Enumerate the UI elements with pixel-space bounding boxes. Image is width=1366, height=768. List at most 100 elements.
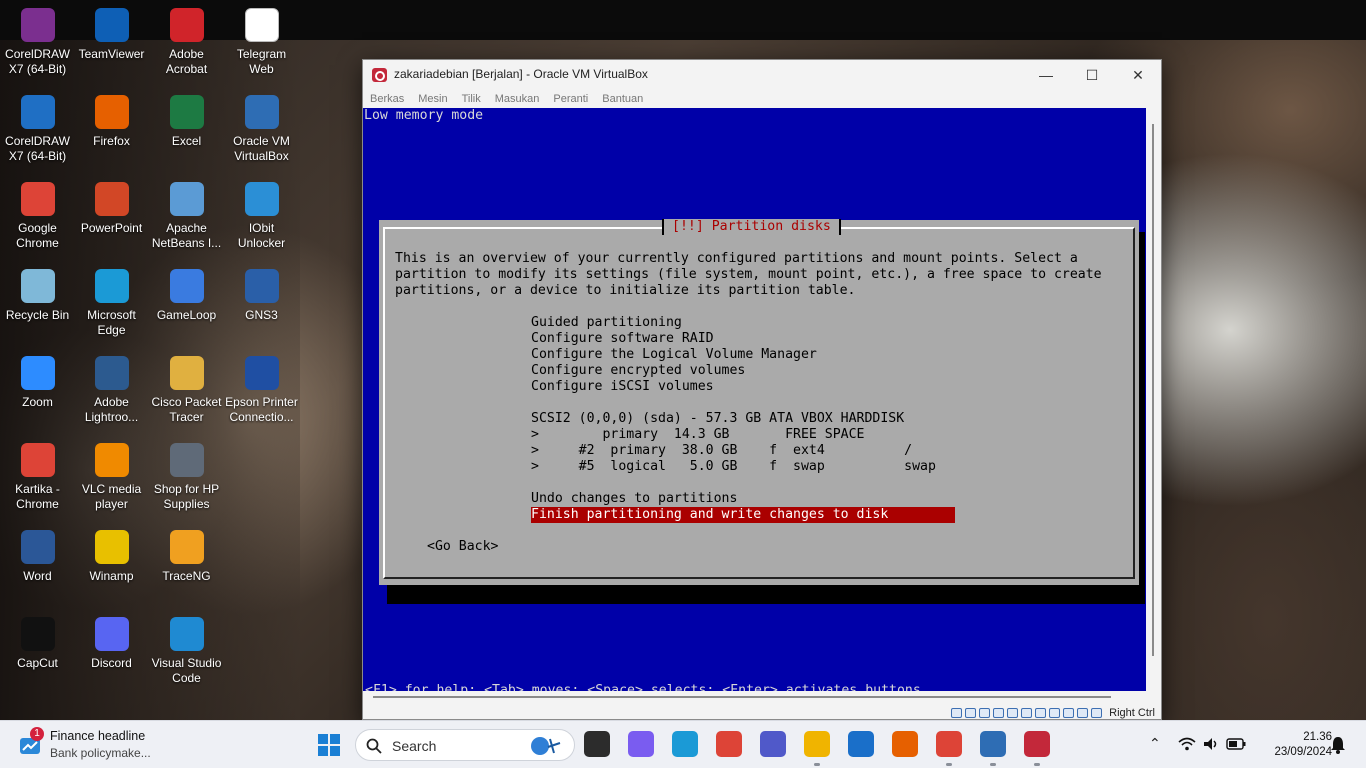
desktop-shortcut[interactable]: Adobe Lightroo...	[74, 356, 149, 425]
hard-disk-icon[interactable]	[951, 707, 963, 718]
desktop-shortcut[interactable]: PowerPoint	[74, 182, 149, 236]
recording-icon[interactable]	[1049, 707, 1061, 718]
desktop-shortcut[interactable]: Telegram Web	[224, 8, 299, 77]
window-titlebar[interactable]: zakariadebian [Berjalan] - Oracle VM Vir…	[363, 60, 1161, 90]
virtualbox-icon[interactable]	[980, 731, 1006, 757]
search-input[interactable]: Search	[355, 729, 575, 761]
desktop-shortcut[interactable]: Word	[0, 530, 75, 584]
vm-display[interactable]: Low memory mode [!!] Partition disks Thi…	[363, 108, 1146, 691]
system-clock[interactable]: 21.36 23/09/2024	[1252, 730, 1332, 760]
horizontal-scrollbar[interactable]	[363, 691, 1146, 703]
network-icon[interactable]	[993, 707, 1005, 718]
netbeans-icon	[169, 182, 204, 216]
start-button[interactable]	[317, 733, 341, 757]
menu-bantuan[interactable]: Bantuan	[602, 93, 643, 105]
menu-software-raid[interactable]: Configure software RAID	[531, 331, 714, 347]
mouse-integration-icon[interactable]	[1077, 707, 1089, 718]
file-explorer-icon[interactable]	[804, 731, 830, 757]
zoom-icon	[20, 356, 55, 390]
copilot-icon[interactable]	[628, 731, 654, 757]
optical-drive-icon[interactable]	[965, 707, 977, 718]
partition-free-space[interactable]: > primary 14.3 GB FREE SPACE	[531, 427, 864, 443]
edge-icon[interactable]	[672, 731, 698, 757]
desktop-shortcut[interactable]: CorelDRAW X7 (64-Bit)	[0, 8, 75, 77]
desktop-shortcut[interactable]: VLC media player	[74, 443, 149, 512]
desktop-shortcut[interactable]: Visual Studio Code	[149, 617, 224, 686]
desktop-shortcut[interactable]: CorelDRAW X7 (64-Bit)	[0, 95, 75, 164]
desktop-shortcut[interactable]: Zoom	[0, 356, 75, 410]
news-widget[interactable]: 1 Finance headline Bank policymake...	[18, 727, 198, 763]
wifi-icon[interactable]	[1178, 736, 1196, 752]
debian-vm-icon[interactable]	[1024, 731, 1050, 757]
menu-tilik[interactable]: Tilik	[462, 93, 481, 105]
show-hidden-icons-button[interactable]: ⌃	[1149, 735, 1161, 752]
desktop-shortcut[interactable]: IObit Unlocker	[224, 182, 299, 251]
notification-bell-icon[interactable]	[1330, 736, 1346, 754]
desktop-shortcut[interactable]: Firefox	[74, 95, 149, 149]
undo-changes-option[interactable]: Undo changes to partitions	[531, 491, 737, 507]
virtualbox-window[interactable]: zakariadebian [Berjalan] - Oracle VM Vir…	[362, 59, 1162, 720]
firefox-icon[interactable]	[892, 731, 918, 757]
disk-entry[interactable]: SCSI2 (0,0,0) (sda) - 57.3 GB ATA VBOX H…	[531, 411, 904, 427]
desktop-shortcut[interactable]: GameLoop	[149, 269, 224, 323]
desktop-shortcut[interactable]: Apache NetBeans I...	[149, 182, 224, 251]
desktop-shortcut[interactable]: Cisco Packet Tracer	[149, 356, 224, 425]
chrome-profile-icon[interactable]	[936, 731, 962, 757]
desktop-shortcut[interactable]: Recycle Bin	[0, 269, 75, 323]
menu-lvm[interactable]: Configure the Logical Volume Manager	[531, 347, 817, 363]
desktop-shortcut[interactable]: Excel	[149, 95, 224, 149]
battery-icon[interactable]	[1226, 737, 1246, 751]
desktop-shortcut[interactable]: Google Chrome	[0, 182, 75, 251]
partition-dialog: [!!] Partition disks This is an overview…	[379, 219, 1139, 585]
volume-icon[interactable]	[1202, 736, 1220, 752]
menu-iscsi-volumes[interactable]: Configure iSCSI volumes	[531, 379, 714, 395]
menu-mesin[interactable]: Mesin	[418, 93, 447, 105]
desktop-shortcut[interactable]: Kartika - Chrome	[0, 443, 75, 512]
menu-peranti[interactable]: Peranti	[553, 93, 588, 105]
desktop-shortcut[interactable]: Discord	[74, 617, 149, 671]
desktop-shortcut[interactable]: Oracle VM VirtualBox	[224, 95, 299, 164]
desktop-shortcut[interactable]: GNS3	[224, 269, 299, 323]
keyboard-icon[interactable]	[1091, 707, 1103, 718]
usb-icon[interactable]	[1007, 707, 1019, 718]
partition-2-ext4[interactable]: > #2 primary 38.0 GB f ext4 /	[531, 443, 912, 459]
close-button[interactable]: ✕	[1115, 60, 1161, 90]
partition-5-swap[interactable]: > #5 logical 5.0 GB f swap swap	[531, 459, 936, 475]
desktop-shortcut-label: Google Chrome	[16, 221, 59, 250]
desktop-shortcut-label: Epson Printer Connectio...	[225, 395, 298, 424]
host-key-label: Right Ctrl	[1109, 706, 1155, 719]
desktop-shortcut[interactable]: Microsoft Edge	[74, 269, 149, 338]
cpu-icon[interactable]	[1063, 707, 1075, 718]
file-icon	[244, 8, 279, 42]
finish-partitioning-option[interactable]: Finish partitioning and write changes to…	[531, 507, 955, 523]
teams-icon[interactable]	[760, 731, 786, 757]
desktop-shortcut[interactable]: Winamp	[74, 530, 149, 584]
vertical-scrollbar[interactable]	[1146, 108, 1161, 691]
desktop-shortcut-label: VLC media player	[81, 482, 142, 511]
menu-guided-partitioning[interactable]: Guided partitioning	[531, 315, 682, 331]
desktop-shortcut[interactable]: TraceNG	[149, 530, 224, 584]
desktop-shortcut-label: GNS3	[245, 308, 278, 322]
desktop-shortcut[interactable]: Adobe Acrobat	[149, 8, 224, 77]
task-view-icon[interactable]	[584, 731, 610, 757]
display-icon[interactable]	[1035, 707, 1047, 718]
menu-berkas[interactable]: Berkas	[370, 93, 404, 105]
coreldraw-shortcut-icon	[20, 95, 55, 129]
menu-encrypted-volumes[interactable]: Configure encrypted volumes	[531, 363, 745, 379]
go-back-button[interactable]: <Go Back>	[427, 539, 498, 555]
audio-icon[interactable]	[979, 707, 991, 718]
desktop-shortcut[interactable]: Shop for HP Supplies	[149, 443, 224, 512]
maximize-button[interactable]: ☐	[1069, 60, 1115, 90]
vm-status-bar: Right Ctrl	[363, 705, 1161, 720]
menu-masukan[interactable]: Masukan	[495, 93, 540, 105]
desktop-shortcut[interactable]: Epson Printer Connectio...	[224, 356, 299, 425]
shared-folders-icon[interactable]	[1021, 707, 1033, 718]
store-icon[interactable]	[848, 731, 874, 757]
virtualbox-icon	[244, 95, 279, 129]
desktop-shortcut[interactable]: TeamViewer	[74, 8, 149, 62]
chrome-icon[interactable]	[716, 731, 742, 757]
desktop-shortcut-label: Shop for HP Supplies	[153, 482, 220, 511]
desktop-shortcut[interactable]: CapCut	[0, 617, 75, 671]
minimize-button[interactable]: —	[1023, 60, 1069, 90]
desktop-shortcut-label: Word	[23, 569, 52, 583]
